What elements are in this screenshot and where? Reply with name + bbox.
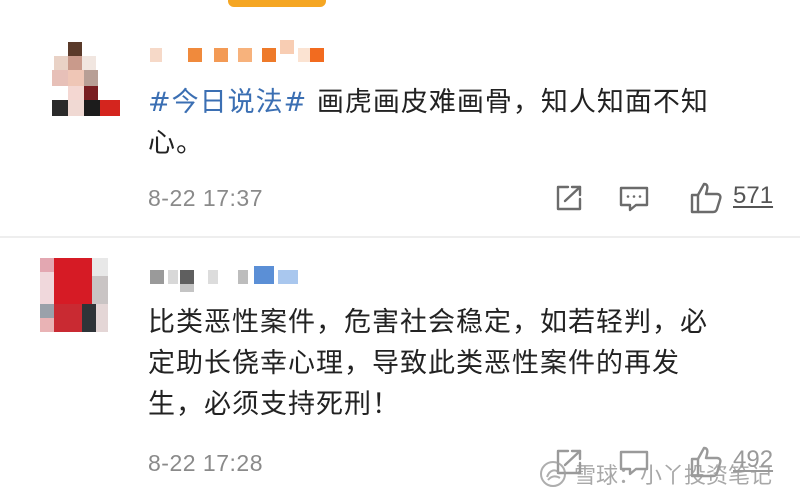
username[interactable]: [150, 40, 330, 70]
share-icon[interactable]: [548, 178, 588, 218]
snowball-logo-icon: [539, 461, 566, 487]
timestamp: 8-22 17:28: [148, 450, 263, 476]
comment-item: #今日说法# 画虎画皮难画骨，知人知面不知 心。 8-22 17:37 571: [0, 0, 800, 238]
username[interactable]: [150, 266, 330, 292]
timestamp: 8-22 17:37: [148, 185, 263, 211]
watermark-text: 雪球：小丫投资笔记: [573, 464, 772, 489]
action-bar: 571: [540, 178, 780, 218]
avatar[interactable]: [52, 42, 120, 116]
hashtag-link[interactable]: #今日说法#: [148, 87, 307, 118]
comment-text: 比类恶性案件，危害社会稳定，如若轻判，必 定助长侥幸心理，导致此类恶性案件的再发…: [148, 307, 708, 420]
comment-icon[interactable]: [614, 178, 654, 218]
like-count[interactable]: 571: [733, 182, 773, 210]
avatar[interactable]: [40, 258, 108, 332]
thumbs-up-icon[interactable]: [686, 178, 726, 218]
comment-text: #今日说法# 画虎画皮难画骨，知人知面不知 心。: [148, 87, 709, 159]
watermark: 雪球：小丫投资笔记: [538, 458, 772, 490]
